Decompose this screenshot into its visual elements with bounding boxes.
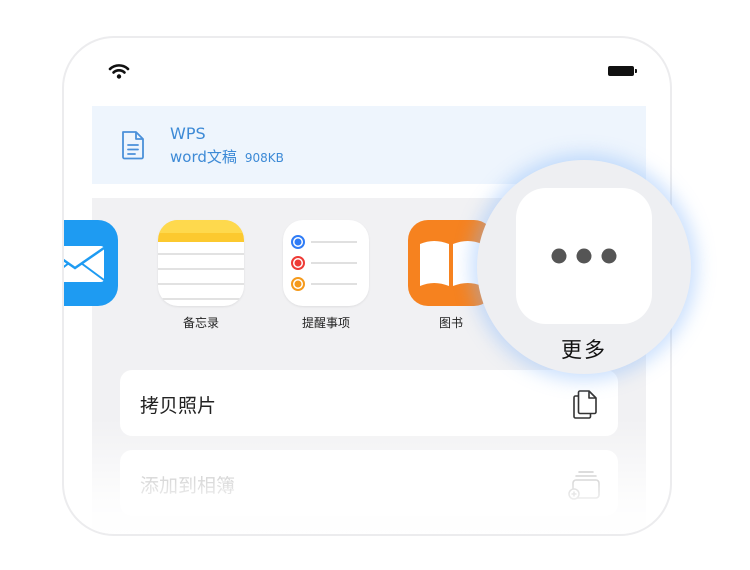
reminders-icon [291, 235, 357, 291]
app-label-books: 图书 [438, 316, 463, 330]
more-button[interactable] [516, 188, 652, 324]
battery-full-icon [608, 66, 637, 76]
mail-icon [64, 246, 105, 282]
notes-icon [158, 220, 244, 300]
add-to-album-label: 添加到相簿 [140, 475, 236, 497]
app-notes[interactable] [158, 220, 244, 306]
add-to-album-action[interactable]: 添加到相簿 [120, 450, 618, 516]
document-icon [120, 130, 146, 164]
app-label-reminders: 提醒事项 [301, 316, 350, 330]
copy-photo-label: 拷贝照片 [140, 395, 217, 417]
app-label-notes: 备忘录 [182, 316, 219, 330]
file-type-label: word文稿 [170, 148, 237, 166]
magnifier-callout: 更多 [477, 160, 691, 374]
copy-photo-action[interactable]: 拷贝照片 [120, 370, 618, 436]
wifi-icon [108, 62, 130, 84]
file-name: WPS [170, 124, 206, 143]
ellipsis-icon [551, 248, 617, 264]
add-to-album-icon [568, 468, 600, 504]
app-mail[interactable] [64, 220, 118, 306]
copy-icon [570, 388, 600, 424]
more-label: 更多 [561, 338, 607, 362]
file-size: 908KB [244, 151, 284, 165]
file-type: word文稿 908KB [170, 146, 284, 167]
app-reminders[interactable] [283, 220, 369, 306]
